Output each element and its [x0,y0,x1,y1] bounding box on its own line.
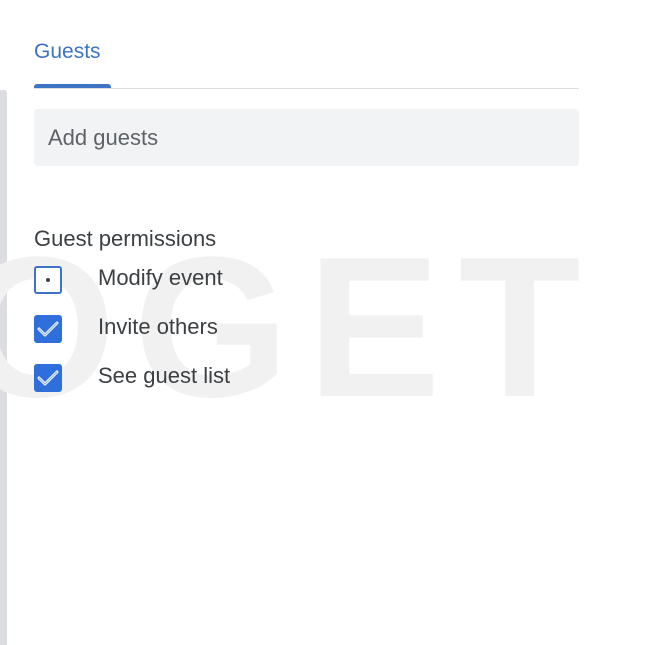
invite-others-checkbox[interactable] [34,315,62,343]
add-guests-input[interactable] [34,109,579,166]
permission-modify-event[interactable]: Modify event [34,258,579,307]
checkmark-icon [37,370,59,386]
tab-guests[interactable]: Guests [34,40,101,64]
modify-event-label: Modify event [98,265,223,290]
see-guest-list-label: See guest list [98,363,231,388]
left-panel-edge [0,90,7,645]
checkmark-icon [37,321,59,337]
active-tab-indicator [34,84,111,88]
permission-see-guest-list[interactable]: See guest list [34,356,579,405]
modify-event-checkbox[interactable] [34,266,62,294]
tab-bar: Guests [34,0,579,89]
guest-permissions-list: Modify event Invite others See guest lis… [34,258,579,405]
guests-panel: OGET TI Guests Guest permissions Modify … [0,0,650,645]
focus-dot-icon [46,278,50,282]
guest-permissions-title: Guest permissions [34,226,217,251]
invite-others-label: Invite others [98,314,218,339]
guests-content: Guests Guest permissions Modify event [34,0,579,405]
see-guest-list-checkbox[interactable] [34,364,62,392]
permission-invite-others[interactable]: Invite others [34,307,579,356]
